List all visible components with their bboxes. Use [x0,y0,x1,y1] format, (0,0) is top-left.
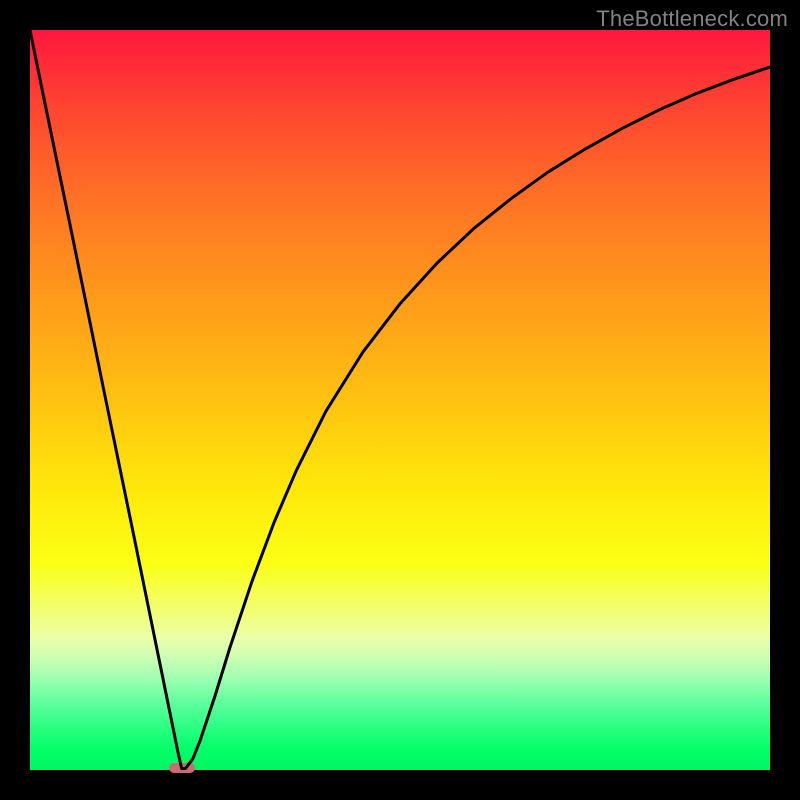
watermark-text: TheBottleneck.com [596,6,788,32]
chart-frame: TheBottleneck.com [0,0,800,800]
curve-svg [30,30,770,770]
curve-path [30,30,770,769]
plot-area [30,30,770,770]
